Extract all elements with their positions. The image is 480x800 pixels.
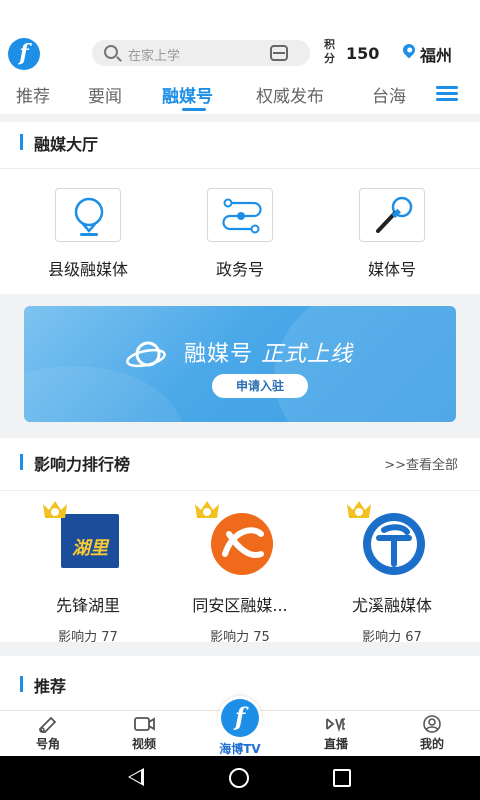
tab-straits[interactable]: 台海 (372, 82, 406, 107)
search-icon (104, 45, 118, 59)
haibo-tv-logo-icon: f (218, 696, 262, 740)
active-tab-indicator (182, 108, 206, 111)
section-title: 推荐 (34, 677, 67, 696)
nav-label: 海博TV (219, 742, 261, 756)
nav-label: 号角 (35, 737, 60, 751)
rank-score: 影响力 77 (58, 630, 118, 645)
media-hall-section: 融媒大厅 县级融媒体 政务号 媒体号 (0, 122, 480, 294)
hall-item-label: 政务号 (215, 260, 264, 279)
live-icon (325, 715, 347, 733)
section-title: 影响力排行榜 (34, 455, 131, 474)
nav-label: 我的 (419, 737, 444, 751)
rank-name: 先锋湖里 (55, 596, 120, 615)
rank-score: 影响力 75 (210, 630, 270, 645)
video-icon (133, 715, 155, 733)
rank-logo-text: 湖里 (72, 538, 108, 559)
user-icon (421, 715, 443, 733)
microphone-icon (359, 188, 425, 242)
banner-title: 融媒号 正式上线 (184, 336, 353, 368)
haibo-tv-logo-letter: f (221, 699, 259, 737)
app-header: f 在家上学 积分 150 福州 (0, 0, 480, 72)
hall-item-label: 媒体号 (367, 260, 416, 279)
crown-icon (43, 501, 67, 518)
nav-video[interactable]: 视频 (114, 715, 174, 752)
tab-official-release[interactable]: 权威发布 (256, 82, 324, 107)
divider (0, 490, 480, 491)
rank-item-2[interactable]: 同安区融媒... 影响力 75 (165, 501, 315, 645)
tab-media-account[interactable]: 融媒号 (162, 82, 213, 107)
section-marker (20, 454, 23, 470)
tab-recommend[interactable]: 推荐 (16, 82, 50, 107)
rank-logo (347, 501, 427, 578)
rank-name: 同安区融媒... (192, 596, 288, 615)
hall-item-media[interactable]: 媒体号 (332, 188, 452, 280)
points-label: 积分 (324, 38, 335, 65)
banner-title-suffix: 正式上线 (261, 342, 354, 367)
banner-title-main: 融媒号 (184, 342, 254, 367)
crown-icon (195, 501, 219, 518)
tab-news[interactable]: 要闻 (88, 82, 122, 107)
banner-decoration (24, 366, 184, 422)
nav-haibo-tv[interactable]: f 海博TV (204, 696, 276, 756)
system-navigation-bar (0, 756, 480, 800)
search-placeholder: 在家上学 (128, 49, 181, 64)
home-icon[interactable] (229, 768, 249, 788)
location-icon (400, 41, 418, 59)
horn-icon (37, 715, 59, 735)
hall-item-county-media[interactable]: 县级融媒体 (28, 188, 148, 280)
rank-item-1[interactable]: 湖里 先锋湖里 影响力 77 (13, 501, 163, 645)
hall-item-label: 县级融媒体 (47, 260, 128, 279)
rank-name: 尤溪融媒体 (351, 596, 432, 615)
scan-icon[interactable] (270, 45, 288, 61)
channel-menu-icon[interactable] (436, 86, 458, 102)
nav-profile[interactable]: 我的 (402, 715, 462, 752)
section-marker (20, 676, 23, 692)
crown-icon (347, 501, 371, 518)
rank-logo (195, 501, 275, 578)
rank-item-3[interactable]: 尤溪融媒体 影响力 67 (317, 501, 467, 645)
section-marker (20, 134, 23, 150)
route-icon (207, 188, 273, 242)
nav-horn[interactable]: 号角 (18, 715, 78, 752)
search-bar[interactable]: 在家上学 (92, 40, 310, 66)
rank-logo: 湖里 (43, 501, 123, 578)
nav-live[interactable]: 直播 (306, 715, 366, 752)
nav-label: 视频 (131, 737, 156, 751)
view-all-link[interactable]: >>查看全部 (384, 454, 458, 473)
nav-label: 直播 (323, 737, 348, 751)
ranking-section: 影响力排行榜 >>查看全部 湖里 先锋湖里 影响力 77 同安区融媒... 影响… (0, 438, 480, 645)
location-pin-icon (55, 188, 121, 242)
app-logo[interactable]: f (8, 38, 40, 70)
location-selector[interactable]: 福州 (420, 42, 452, 66)
apply-join-button[interactable]: 申请入驻 (212, 374, 308, 398)
back-icon[interactable] (128, 768, 144, 786)
points-value[interactable]: 150 (346, 44, 379, 63)
rank-score: 影响力 67 (362, 630, 422, 645)
section-title: 融媒大厅 (34, 135, 99, 154)
recent-apps-icon[interactable] (333, 769, 351, 787)
divider (0, 168, 480, 169)
channel-tabs: 推荐 要闻 融媒号 权威发布 台海 (0, 72, 480, 114)
planet-icon (126, 341, 166, 368)
hall-item-government[interactable]: 政务号 (180, 188, 300, 280)
media-account-launch-banner[interactable]: 融媒号 正式上线 申请入驻 (24, 306, 456, 422)
